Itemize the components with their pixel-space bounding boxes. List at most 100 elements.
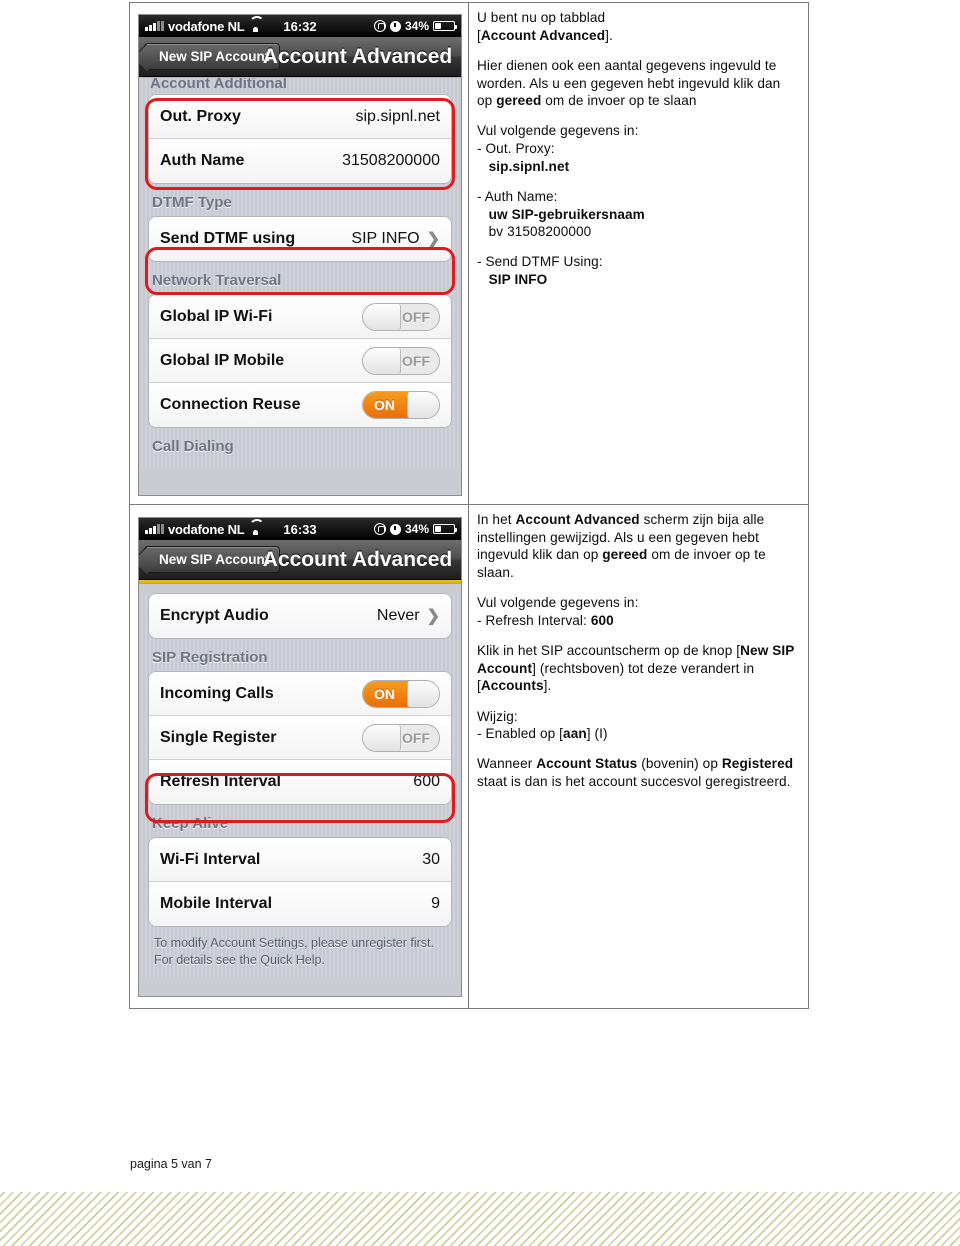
list-item-out-proxy-label: - Out. Proxy:: [477, 141, 555, 157]
text-span: - Enabled op [: [477, 726, 564, 742]
settings-group-network-traversal: Global IP Wi-Fi OFF Global IP Mobile OFF: [148, 294, 452, 428]
text-span: Klik in het SIP accountscherm op de knop…: [477, 643, 741, 659]
setting-label: Connection Reuse: [160, 396, 301, 413]
screenshot-cell-1: vodafone NL 16:32 34% New SIP Account Ac…: [130, 3, 469, 504]
toggle-global-ip-wifi[interactable]: OFF: [362, 302, 440, 331]
setting-value: sip.sipnl.net: [355, 107, 441, 125]
setting-value: 600: [413, 773, 440, 790]
toggle-knob: [407, 392, 439, 418]
iphone-screenshot-2: vodafone NL 16:33 34% New SIP Account Ac…: [138, 517, 462, 997]
text-span-bold: Account Status: [536, 756, 638, 772]
toggle-state-label: OFF: [402, 308, 430, 325]
toggle-state-label: OFF: [402, 352, 430, 369]
toggle-single-register[interactable]: OFF: [362, 723, 440, 752]
list-item-out-proxy-value: sip.sipnl.net: [477, 158, 798, 176]
battery-icon: [433, 21, 457, 31]
list-item[interactable]: Single Register OFF: [149, 716, 451, 760]
text-span: ].: [543, 678, 552, 694]
toggle-knob: [363, 303, 401, 330]
paragraph-sip-account-button: Klik in het SIP accountscherm op de knop…: [477, 642, 798, 695]
settings-list: Encrypt Audio Never ❯ SIP Registration I…: [139, 593, 461, 977]
settings-list: Account Additional Out. Proxy sip.sipnl.…: [139, 78, 461, 468]
text-span-bold: Account Advanced: [480, 27, 606, 43]
list-item[interactable]: Mobile Interval 9: [149, 882, 451, 926]
text-span: om de invoer op te slaan: [541, 93, 697, 109]
navigation-bar: New SIP Account Account Advanced: [139, 37, 461, 77]
toggle-knob: [363, 347, 401, 374]
text-span-bold: 600: [590, 612, 614, 628]
toggle-global-ip-mobile[interactable]: OFF: [362, 346, 440, 375]
alarm-clock-icon: [389, 523, 401, 535]
toggle-connection-reuse[interactable]: ON: [362, 391, 440, 419]
toggle-knob: [407, 680, 439, 707]
settings-group-keep-alive: Wi-Fi Interval 30 Mobile Interval 9: [148, 837, 452, 927]
instruction-text-1: U bent nu op tabblad [Account Advanced].…: [477, 9, 798, 289]
list-item[interactable]: Connection Reuse ON: [149, 383, 451, 427]
text-span: - Refresh Interval:: [477, 612, 591, 628]
text-span: ].: [605, 27, 613, 43]
list-item-refresh-interval: - Refresh Interval: 600: [477, 612, 798, 630]
list-item-dtmf-value: SIP INFO: [477, 271, 798, 289]
setting-value: Never: [376, 607, 420, 624]
setting-value: 31508200000: [342, 152, 440, 169]
page-footer: pagina 5 van 7: [130, 1157, 213, 1171]
list-item[interactable]: Auth Name 31508200000: [149, 139, 451, 183]
decorative-stripe-band: [0, 1192, 960, 1246]
setting-label: Mobile Interval: [160, 895, 273, 912]
group-header-keep-alive: Keep Alive: [152, 815, 229, 832]
settings-group-encrypt: Encrypt Audio Never ❯: [148, 593, 452, 639]
iphone-screenshot-1: vodafone NL 16:32 34% New SIP Account Ac…: [138, 14, 462, 496]
back-button[interactable]: New SIP Account: [144, 546, 281, 573]
paragraph-instructions: Hier dienen ook een aantal gegevens inge…: [477, 57, 798, 110]
group-header-sip-registration: SIP Registration: [152, 649, 268, 666]
list-item[interactable]: Send DTMF using SIP INFO ❯: [149, 217, 451, 261]
list-item[interactable]: Wi-Fi Interval 30: [149, 838, 451, 882]
settings-group-sip-registration: Incoming Calls ON Single Register OFF Re…: [148, 671, 452, 805]
list-item[interactable]: Refresh Interval 600: [149, 760, 451, 804]
group-header-dtmf-type: DTMF Type: [152, 194, 232, 211]
text-span-bold: gereed: [496, 93, 542, 109]
clock-label: 16:32: [283, 18, 317, 34]
list-item-auth-name-example: bv 31508200000: [477, 223, 798, 241]
settings-group-account-additional: Out. Proxy sip.sipnl.net Auth Name 31508…: [148, 94, 452, 184]
chevron-right-icon: ❯: [426, 608, 440, 625]
setting-label: Global IP Mobile: [160, 351, 285, 369]
status-bar: vodafone NL 16:33 34%: [139, 518, 461, 540]
text-span-bold: sip.sipnl.net: [488, 158, 570, 174]
accent-divider: [139, 580, 461, 584]
instruction-cell-1: U bent nu op tabblad [Account Advanced].…: [469, 3, 808, 504]
setting-label: Out. Proxy: [160, 107, 241, 125]
list-item-enabled: - Enabled op [aan] (I): [477, 725, 798, 743]
toggle-state-label: ON: [374, 397, 395, 413]
list-item[interactable]: Global IP Mobile OFF: [149, 339, 451, 383]
paragraph-intro: U bent nu op tabblad [Account Advanced].: [477, 9, 798, 44]
text-span: bv 31508200000: [488, 224, 592, 240]
setting-label: Refresh Interval: [160, 773, 281, 790]
text-span: staat is dan is het account succesvol ge…: [477, 774, 791, 790]
rotation-lock-icon: [373, 20, 386, 32]
setting-label: Encrypt Audio: [160, 607, 269, 624]
setting-value: 9: [431, 895, 440, 912]
settings-footnote: To modify Account Settings, please unreg…: [154, 936, 434, 967]
text-span: (bovenin) op: [637, 756, 722, 772]
group-header-network-traversal: Network Traversal: [152, 272, 282, 289]
setting-label: Wi-Fi Interval: [160, 850, 261, 868]
text-span-bold: SIP INFO: [488, 272, 548, 288]
list-item[interactable]: Out. Proxy sip.sipnl.net: [149, 95, 451, 139]
text-span: Wanneer: [477, 756, 537, 772]
list-item[interactable]: Global IP Wi-Fi OFF: [149, 295, 451, 339]
list-item[interactable]: Incoming Calls ON: [149, 672, 451, 716]
instruction-table: vodafone NL 16:32 34% New SIP Account Ac…: [129, 2, 809, 1009]
paragraph-fill-in: Vul volgende gegevens in:: [477, 123, 639, 139]
list-item[interactable]: Encrypt Audio Never ❯: [149, 594, 451, 638]
alarm-clock-icon: [389, 20, 401, 32]
setting-label: Single Register: [160, 728, 277, 746]
paragraph-wijzig: Wijzig:: [477, 708, 518, 724]
instruction-cell-2: In het Account Advanced scherm zijn bija…: [469, 505, 808, 1008]
text-span-bold: aan: [563, 726, 587, 742]
instruction-text-2: In het Account Advanced scherm zijn bija…: [477, 511, 798, 791]
setting-label: Auth Name: [160, 152, 245, 169]
clock-label: 16:33: [283, 521, 317, 537]
toggle-incoming-calls[interactable]: ON: [362, 679, 440, 708]
back-button[interactable]: New SIP Account: [144, 43, 281, 70]
